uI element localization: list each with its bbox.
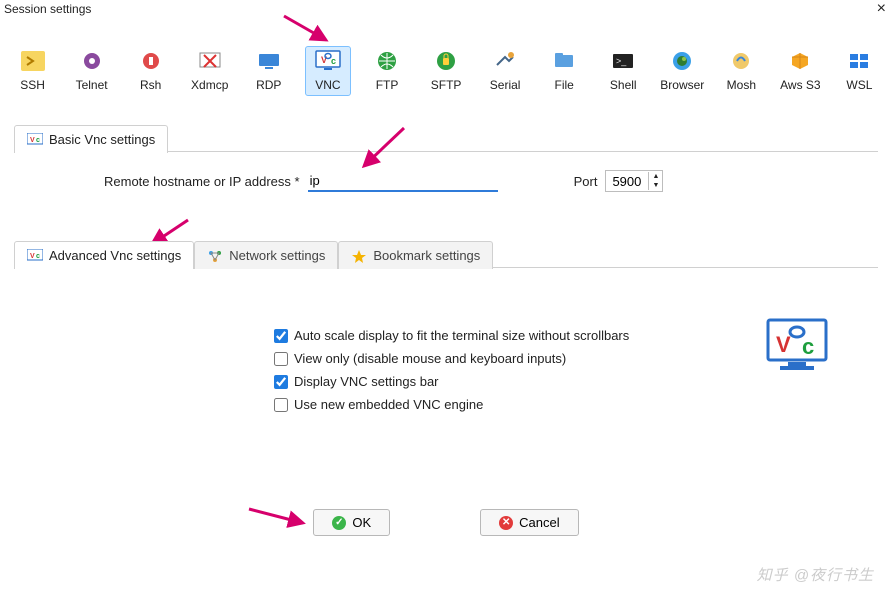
svg-text:V: V	[30, 253, 35, 260]
port-down-icon[interactable]: ▼	[649, 181, 662, 190]
advanced-panel: Auto scale display to fit the terminal s…	[14, 267, 878, 477]
svg-text:c: c	[331, 56, 336, 66]
proto-vnc[interactable]: VcVNC	[305, 46, 350, 96]
tab-basic-vnc[interactable]: Vc Basic Vnc settings	[14, 125, 168, 153]
port-up-icon[interactable]: ▲	[649, 172, 662, 181]
basic-panel: Remote hostname or IP address * Port ▲▼	[14, 151, 878, 214]
protocol-toolbar: SSH Telnet Rsh Xdmcp RDP VcVNC FTP SFTP …	[0, 18, 892, 106]
svg-text:V: V	[321, 55, 327, 65]
proto-sftp[interactable]: SFTP	[424, 46, 469, 96]
star-icon	[351, 249, 367, 263]
close-icon[interactable]: ×	[877, 3, 886, 15]
proto-awss3[interactable]: Aws S3	[778, 46, 823, 96]
port-label: Port	[574, 174, 598, 189]
host-input[interactable]	[308, 171, 498, 192]
proto-serial[interactable]: Serial	[483, 46, 528, 96]
annotation-arrow	[245, 503, 315, 533]
opt-newengine[interactable]: Use new embedded VNC engine	[274, 397, 629, 412]
tab-bookmark-settings[interactable]: Bookmark settings	[338, 241, 493, 269]
proto-ssh[interactable]: SSH	[10, 46, 55, 96]
opt-autoscale[interactable]: Auto scale display to fit the terminal s…	[274, 328, 629, 343]
network-icon	[207, 249, 223, 263]
svg-text:V: V	[776, 332, 791, 357]
ok-button[interactable]: ✓ OK	[313, 509, 390, 536]
svg-text:>_: >_	[616, 56, 627, 66]
proto-wsl[interactable]: WSL	[837, 46, 882, 96]
cancel-button[interactable]: ✕ Cancel	[480, 509, 578, 536]
proto-file[interactable]: File	[542, 46, 587, 96]
proto-xdmcp[interactable]: Xdmcp	[187, 46, 232, 96]
watermark: 知乎 @夜行书生	[757, 564, 874, 585]
svg-text:V: V	[30, 137, 35, 144]
svg-text:c: c	[36, 253, 40, 260]
window-title: Session settings	[4, 2, 91, 16]
host-label: Remote hostname or IP address *	[104, 174, 300, 189]
proto-mosh[interactable]: Mosh	[719, 46, 764, 96]
vnc-icon: Vc	[27, 249, 43, 263]
svg-text:c: c	[36, 137, 40, 144]
proto-browser[interactable]: Browser	[660, 46, 705, 96]
proto-rsh[interactable]: Rsh	[128, 46, 173, 96]
vnc-icon: Vc	[27, 133, 43, 147]
opt-settingsbar[interactable]: Display VNC settings bar	[274, 374, 629, 389]
tab-advanced-vnc[interactable]: Vc Advanced Vnc settings	[14, 241, 194, 269]
cross-icon: ✕	[499, 516, 513, 530]
proto-ftp[interactable]: FTP	[365, 46, 410, 96]
port-input[interactable]: ▲▼	[605, 170, 663, 192]
svg-text:c: c	[802, 334, 814, 359]
check-icon: ✓	[332, 516, 346, 530]
opt-viewonly[interactable]: View only (disable mouse and keyboard in…	[274, 351, 629, 366]
proto-telnet[interactable]: Telnet	[69, 46, 114, 96]
tab-network-settings[interactable]: Network settings	[194, 241, 338, 269]
proto-shell[interactable]: >_Shell	[601, 46, 646, 96]
proto-rdp[interactable]: RDP	[246, 46, 291, 96]
vnc-logo-icon: V c	[766, 318, 828, 374]
